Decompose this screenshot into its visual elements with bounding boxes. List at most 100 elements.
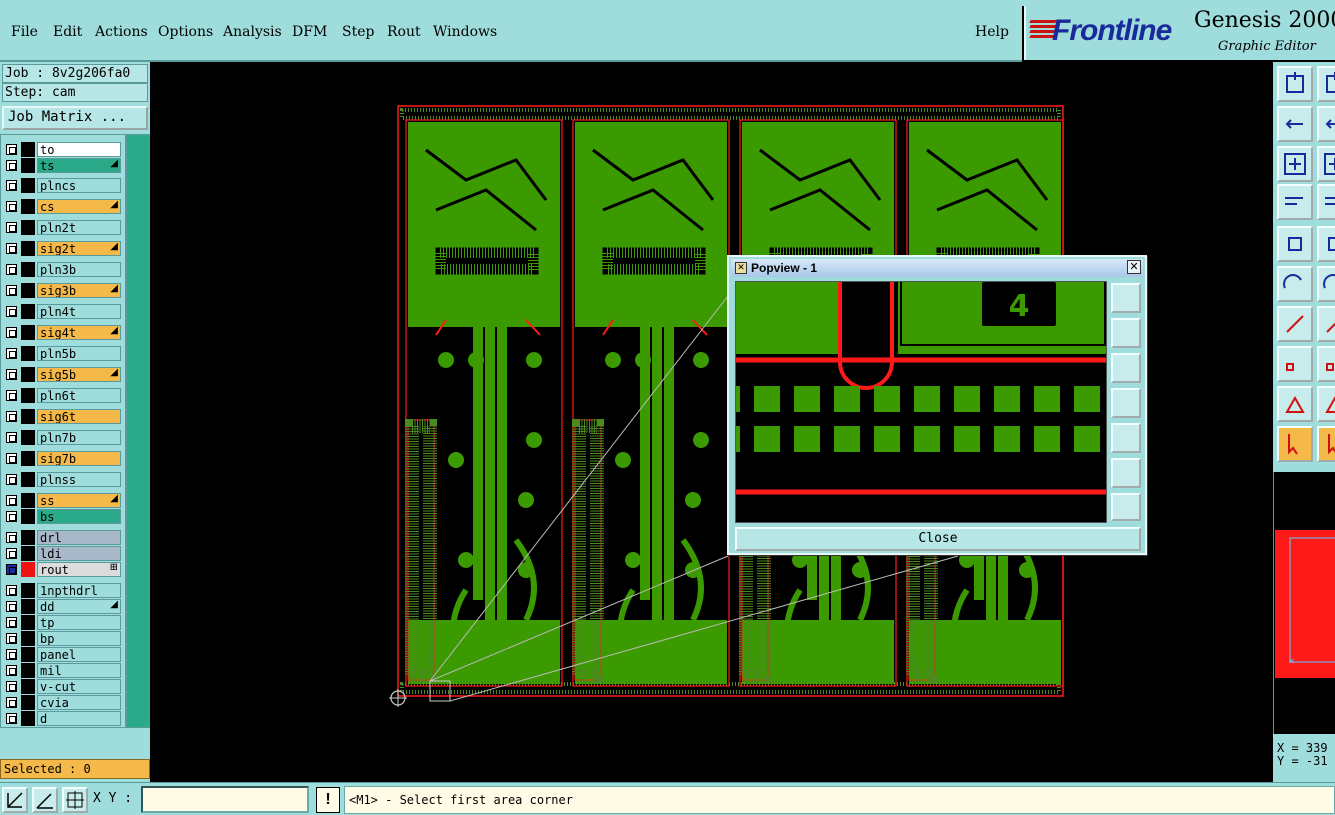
layer-row-ldi[interactable]: ldi xyxy=(2,546,122,561)
layer-color-swatch[interactable] xyxy=(21,679,35,694)
layer-row-1npthdrl[interactable]: 1npthdrl xyxy=(2,583,122,598)
layer-name[interactable]: plnss xyxy=(37,472,121,487)
tool-button-0-0[interactable] xyxy=(1277,66,1313,102)
layer-row-panel[interactable]: panel xyxy=(2,647,122,662)
layer-row-pln7b[interactable]: pln7b xyxy=(2,430,122,445)
layer-checkbox[interactable] xyxy=(6,369,17,380)
layer-row-bp[interactable]: bp xyxy=(2,631,122,646)
layer-name[interactable]: pln5b xyxy=(37,346,121,361)
layer-checkbox[interactable] xyxy=(6,633,17,644)
tool-button-5-1[interactable] xyxy=(1317,266,1335,302)
layer-color-swatch[interactable] xyxy=(21,304,35,319)
layer-color-swatch[interactable] xyxy=(21,178,35,193)
layer-color-swatch[interactable] xyxy=(21,583,35,598)
alert-button[interactable]: ! xyxy=(316,787,340,813)
popview-viewport[interactable]: 4 xyxy=(735,281,1107,523)
layer-name[interactable]: to xyxy=(37,142,121,157)
layer-name[interactable]: sig2t xyxy=(37,241,121,256)
layer-color-swatch[interactable] xyxy=(21,220,35,235)
layer-row-pln4t[interactable]: pln4t xyxy=(2,304,122,319)
tool-button-4-1[interactable] xyxy=(1317,226,1335,262)
layer-checkbox[interactable] xyxy=(6,453,17,464)
layer-row-rout[interactable]: rout ⊞ xyxy=(2,562,122,577)
layer-name[interactable]: pln7b xyxy=(37,430,121,445)
layer-name[interactable]: sig5b xyxy=(37,367,121,382)
layer-name[interactable]: v-cut xyxy=(37,679,121,694)
layer-row-pln5b[interactable]: pln5b xyxy=(2,346,122,361)
layer-row-plnss[interactable]: plnss xyxy=(2,472,122,487)
layer-row-sig4t[interactable]: sig4t ◢ xyxy=(2,325,122,340)
mini-overview[interactable]: ✕ xyxy=(1273,472,1335,734)
layer-color-swatch[interactable] xyxy=(21,388,35,403)
tool-button-1-0[interactable] xyxy=(1277,106,1313,142)
layer-row-cvia[interactable]: cvia xyxy=(2,695,122,710)
layer-checkbox[interactable] xyxy=(6,390,17,401)
layer-name[interactable]: sig6t xyxy=(37,409,121,424)
layer-color-swatch[interactable] xyxy=(21,409,35,424)
layer-checkbox[interactable] xyxy=(6,617,17,628)
layer-name[interactable]: sig3b xyxy=(37,283,121,298)
layer-color-swatch[interactable] xyxy=(21,599,35,614)
popview-pan-right-button[interactable] xyxy=(1111,423,1141,453)
menu-step[interactable]: Step xyxy=(342,24,374,40)
layer-row-drl[interactable]: drl xyxy=(2,530,122,545)
layer-checkbox[interactable] xyxy=(6,144,17,155)
measure-button[interactable] xyxy=(32,787,58,813)
popview-pan-up-button[interactable] xyxy=(1111,318,1141,348)
layer-checkbox[interactable] xyxy=(6,564,17,575)
tool-button-8-0[interactable] xyxy=(1277,386,1313,422)
layer-name[interactable]: ts xyxy=(37,158,121,173)
popview-close-icon[interactable]: ✕ xyxy=(1127,260,1141,274)
layer-color-swatch[interactable] xyxy=(21,530,35,545)
snap-mode-button[interactable] xyxy=(2,787,28,813)
layer-color-swatch[interactable] xyxy=(21,430,35,445)
tool-button-2-0[interactable] xyxy=(1277,146,1313,182)
layer-row-dd[interactable]: dd ◢ xyxy=(2,599,122,614)
layer-checkbox[interactable] xyxy=(6,222,17,233)
layer-checkbox[interactable] xyxy=(6,201,17,212)
layer-color-swatch[interactable] xyxy=(21,283,35,298)
layer-name[interactable]: dd xyxy=(37,599,121,614)
layer-name[interactable]: cs xyxy=(37,199,121,214)
layer-row-bs[interactable]: bs xyxy=(2,509,122,524)
layer-name[interactable]: sig7b xyxy=(37,451,121,466)
layer-checkbox[interactable] xyxy=(6,243,17,254)
layer-name[interactable]: sig4t xyxy=(37,325,121,340)
grid-button[interactable] xyxy=(62,787,88,813)
layer-color-swatch[interactable] xyxy=(21,663,35,678)
layer-color-swatch[interactable] xyxy=(21,509,35,524)
popview-titlebar[interactable]: Popview - 1 xyxy=(731,259,1143,277)
layer-row-ss[interactable]: ss ◢ xyxy=(2,493,122,508)
layer-name[interactable]: bs xyxy=(37,509,121,524)
layer-checkbox[interactable] xyxy=(6,585,17,596)
layer-row-pln2t[interactable]: pln2t xyxy=(2,220,122,235)
menu-windows[interactable]: Windows xyxy=(433,24,497,40)
menu-rout[interactable]: Rout xyxy=(387,24,421,40)
layer-row-d[interactable]: d xyxy=(2,711,122,726)
layer-color-swatch[interactable] xyxy=(21,199,35,214)
layer-name[interactable]: tp xyxy=(37,615,121,630)
layer-name[interactable]: pln4t xyxy=(37,304,121,319)
layer-checkbox[interactable] xyxy=(6,264,17,275)
layer-row-pln3b[interactable]: pln3b xyxy=(2,262,122,277)
layer-name[interactable]: d xyxy=(37,711,121,726)
layer-checkbox[interactable] xyxy=(6,474,17,485)
layer-checkbox[interactable] xyxy=(6,348,17,359)
popview-pan-down-button[interactable] xyxy=(1111,353,1141,383)
tool-button-9-0[interactable] xyxy=(1277,426,1313,462)
layer-checkbox[interactable] xyxy=(6,681,17,692)
layer-row-sig6t[interactable]: sig6t xyxy=(2,409,122,424)
tool-button-9-1[interactable] xyxy=(1317,426,1335,462)
layer-row-to[interactable]: to xyxy=(2,142,122,157)
layer-color-swatch[interactable] xyxy=(21,367,35,382)
tool-button-8-1[interactable] xyxy=(1317,386,1335,422)
menu-dfm[interactable]: DFM xyxy=(292,24,327,40)
layer-color-swatch[interactable] xyxy=(21,241,35,256)
layer-row-sig5b[interactable]: sig5b ◢ xyxy=(2,367,122,382)
popview-zoom-in-button[interactable] xyxy=(1111,493,1141,521)
layer-row-v-cut[interactable]: v-cut xyxy=(2,679,122,694)
layer-color-swatch[interactable] xyxy=(21,451,35,466)
layer-checkbox[interactable] xyxy=(6,713,17,724)
layer-color-swatch[interactable] xyxy=(21,711,35,726)
tool-button-3-1[interactable] xyxy=(1317,184,1335,220)
